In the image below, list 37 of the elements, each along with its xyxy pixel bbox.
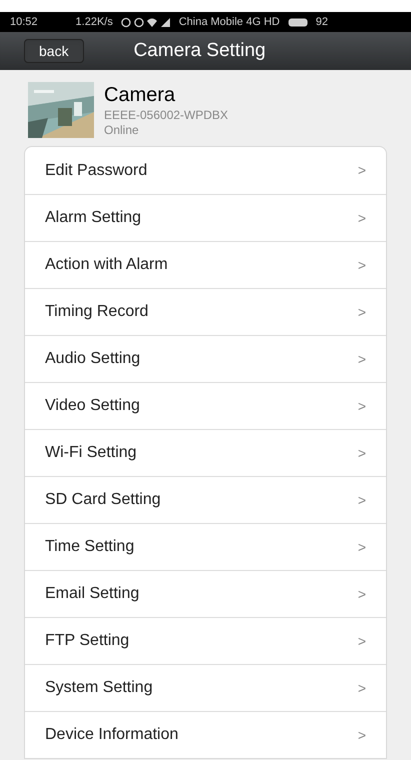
menu-item[interactable]: Email Setting >: [25, 570, 386, 617]
chevron-icon: >: [358, 208, 366, 228]
menu-item[interactable]: Action with Alarm >: [25, 241, 386, 288]
chevron-icon: >: [358, 536, 366, 558]
menu-item[interactable]: Time Setting >: [25, 523, 386, 570]
back-button[interactable]: back: [24, 39, 84, 63]
chevron-icon: >: [358, 160, 366, 181]
chevron-icon: >: [358, 678, 366, 698]
menu-item[interactable]: Wi-Fi Setting >: [25, 429, 386, 476]
device-name: Camera: [104, 82, 176, 108]
status-time: 10:52: [10, 14, 38, 30]
chevron-icon: >: [358, 254, 366, 276]
chevron-icon: >: [358, 442, 366, 464]
menu-item[interactable]: Timing Record >: [25, 288, 386, 335]
menu-item[interactable]: Alarm Setting >: [25, 194, 386, 241]
chevron-icon: >: [358, 396, 366, 416]
menu-item[interactable]: SD Card Setting >: [25, 476, 386, 523]
menu-item[interactable]: Audio Setting >: [25, 335, 386, 382]
menu-item[interactable]: Edit Password >: [25, 147, 386, 194]
device-id: EEEE-056002-WPDBX: [104, 108, 228, 122]
menu-item[interactable]: System Setting >: [25, 664, 386, 711]
page-title: Camera Setting: [134, 38, 266, 63]
network-speed: 1.22K/s: [76, 14, 113, 30]
menu-item[interactable]: FTP Setting >: [25, 617, 386, 664]
battery-icon: [288, 18, 308, 26]
menu-item[interactable]: Device Information >: [25, 711, 386, 758]
carrier-label: China Mobile 4G HD: [178, 14, 280, 30]
battery-percent: 92: [316, 14, 328, 30]
chevron-icon: >: [358, 302, 366, 322]
chevron-icon: >: [358, 630, 366, 652]
chevron-icon: >: [358, 490, 366, 510]
device-status: Online: [104, 122, 140, 138]
menu-item[interactable]: Video Setting >: [25, 382, 386, 429]
chevron-icon: >: [358, 584, 366, 604]
status-icons: [120, 16, 171, 28]
chevron-icon: >: [358, 724, 366, 746]
chevron-icon: >: [358, 348, 366, 370]
